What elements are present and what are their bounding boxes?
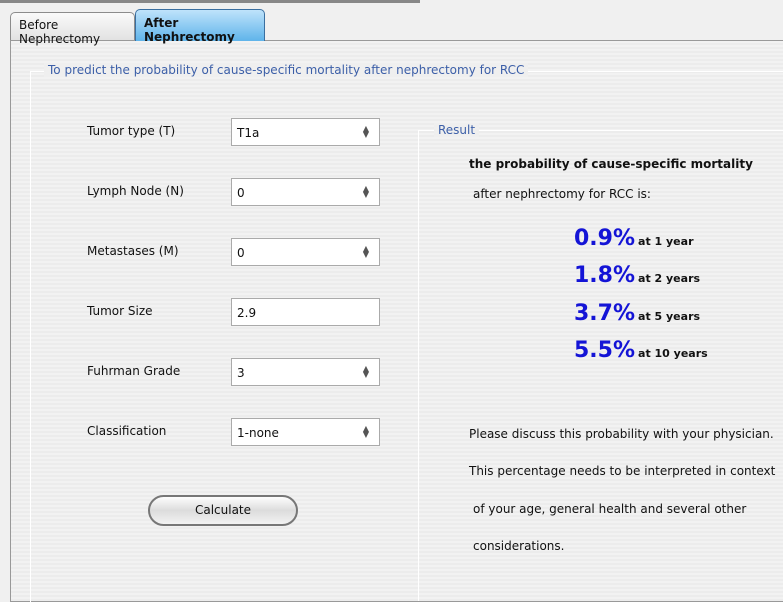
result-value: 3.7% [574,301,636,326]
spinner-arrows-icon[interactable]: ▲ ▼ [363,185,369,199]
tumor-size-label: Tumor Size [87,304,153,318]
metastases-value: 0 [237,246,245,260]
metastases-label: Metastases (M) [87,244,179,258]
result-row-2yr: 1.8% at 2 years [574,263,700,288]
result-row-1yr: 0.9% at 1 year [574,226,694,251]
result-row-5yr: 3.7% at 5 years [574,301,700,326]
classification-value: 1-none [237,426,279,440]
tab-after-nephrectomy[interactable]: After Nephrectomy [135,9,265,44]
result-value: 1.8% [574,263,636,288]
tumor-type-value: T1a [237,126,260,140]
fuhrman-grade-spinner[interactable]: 3 ▲ ▼ [231,358,380,386]
classification-spinner[interactable]: 1-none ▲ ▼ [231,418,380,446]
spinner-arrows-icon[interactable]: ▲ ▼ [363,425,369,439]
result-period: at 10 years [638,347,708,360]
classification-label: Classification [87,424,167,438]
result-period: at 2 years [638,272,701,285]
calculate-button[interactable]: Calculate [148,495,298,526]
lymph-node-label: Lymph Node (N) [87,184,184,198]
tab-before-nephrectomy[interactable]: Before Nephrectomy [10,12,135,46]
result-value: 0.9% [574,226,636,251]
result-period: at 5 years [638,310,701,323]
tumor-size-input[interactable]: 2.9 [231,298,380,326]
metastases-spinner[interactable]: 0 ▲ ▼ [231,238,380,266]
note-line: of your age, general health and several … [473,502,747,516]
lymph-node-spinner[interactable]: 0 ▲ ▼ [231,178,380,206]
note-line: Please discuss this probability with you… [469,427,774,441]
result-subheading: after nephrectomy for RCC is: [473,187,651,201]
result-period: at 1 year [638,235,694,248]
tumor-size-value: 2.9 [237,306,257,320]
result-value: 5.5% [574,338,636,363]
result-row-10yr: 5.5% at 10 years [574,338,708,363]
fuhrman-grade-value: 3 [237,366,245,380]
tumor-type-spinner[interactable]: T1a ▲ ▼ [231,118,380,146]
spinner-arrows-icon[interactable]: ▲ ▼ [363,125,369,139]
tumor-type-label: Tumor type (T) [87,124,176,138]
result-heading: the probability of cause-specific mortal… [469,157,753,171]
fuhrman-grade-label: Fuhrman Grade [87,364,181,378]
result-title: Result [434,123,480,137]
note-line: This percentage needs to be interpreted … [469,464,776,478]
spinner-arrows-icon[interactable]: ▲ ▼ [363,245,369,259]
group-title: To predict the probability of cause-spec… [44,63,529,77]
top-bar [0,0,420,3]
spinner-arrows-icon[interactable]: ▲ ▼ [363,365,369,379]
lymph-node-value: 0 [237,186,245,200]
note-line: considerations. [473,539,565,553]
